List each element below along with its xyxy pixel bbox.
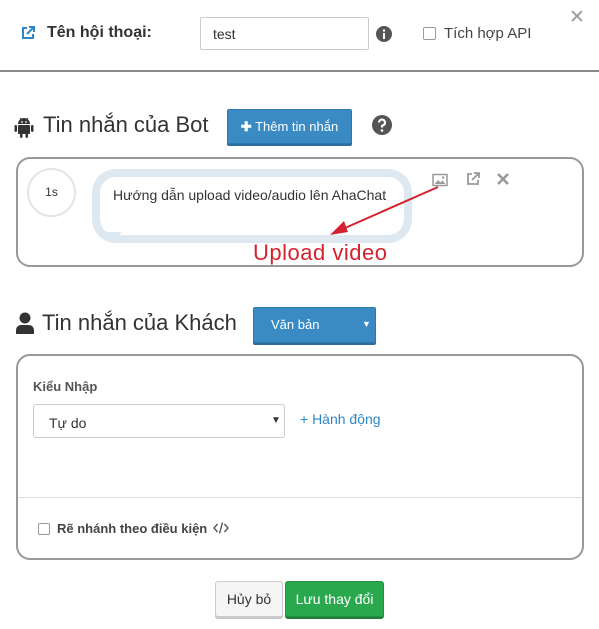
plus-icon: ✚ bbox=[240, 118, 252, 134]
input-type-select[interactable]: Tự do bbox=[33, 404, 285, 438]
annotation-arrow bbox=[330, 186, 439, 235]
caret-down-icon: ▼ bbox=[362, 319, 371, 329]
caret-down-icon: ▼ bbox=[271, 415, 281, 426]
divider bbox=[18, 497, 582, 498]
bubble-tail bbox=[102, 232, 122, 242]
dialog-header: Tên hội thoại: Tích hợp API ✕ bbox=[0, 0, 599, 72]
add-action-link[interactable]: + Hành động bbox=[300, 411, 381, 427]
guest-message-type-dropdown[interactable]: Văn bản ▼ bbox=[253, 307, 376, 343]
guest-section-title: Tin nhắn của Khách bbox=[42, 310, 237, 335]
add-message-button[interactable]: ✚ Thêm tin nhắn bbox=[227, 109, 352, 144]
api-checkbox[interactable] bbox=[423, 27, 436, 40]
input-type-label: Kiểu Nhập bbox=[33, 379, 98, 394]
user-icon bbox=[16, 312, 34, 334]
code-icon[interactable] bbox=[213, 521, 229, 535]
help-icon[interactable] bbox=[372, 115, 392, 135]
info-icon[interactable] bbox=[376, 26, 392, 42]
external-link-icon[interactable] bbox=[465, 171, 481, 187]
branch-checkbox[interactable] bbox=[38, 523, 50, 535]
android-icon bbox=[14, 117, 34, 138]
message-delay[interactable]: 1s bbox=[27, 168, 76, 217]
conversation-name-input[interactable] bbox=[200, 17, 369, 50]
bot-section-title: Tin nhắn của Bot bbox=[43, 112, 209, 137]
conversation-name-label: Tên hội thoại: bbox=[47, 24, 152, 41]
external-link-icon bbox=[22, 26, 35, 39]
add-message-label: Thêm tin nhắn bbox=[255, 118, 339, 134]
close-icon[interactable]: ✕ bbox=[569, 6, 585, 29]
guest-message-type-value: Văn bản bbox=[271, 317, 320, 332]
branch-checkbox-label: Rẽ nhánh theo điều kiện bbox=[57, 521, 208, 536]
input-type-value: Tự do bbox=[49, 415, 87, 431]
api-checkbox-label: Tích hợp API bbox=[444, 25, 532, 42]
save-button[interactable]: Lưu thay đổi bbox=[285, 581, 384, 617]
cancel-button[interactable]: Hủy bỏ bbox=[215, 581, 283, 617]
delete-icon[interactable] bbox=[495, 171, 511, 187]
upload-video-annotation: Upload video bbox=[253, 240, 388, 265]
